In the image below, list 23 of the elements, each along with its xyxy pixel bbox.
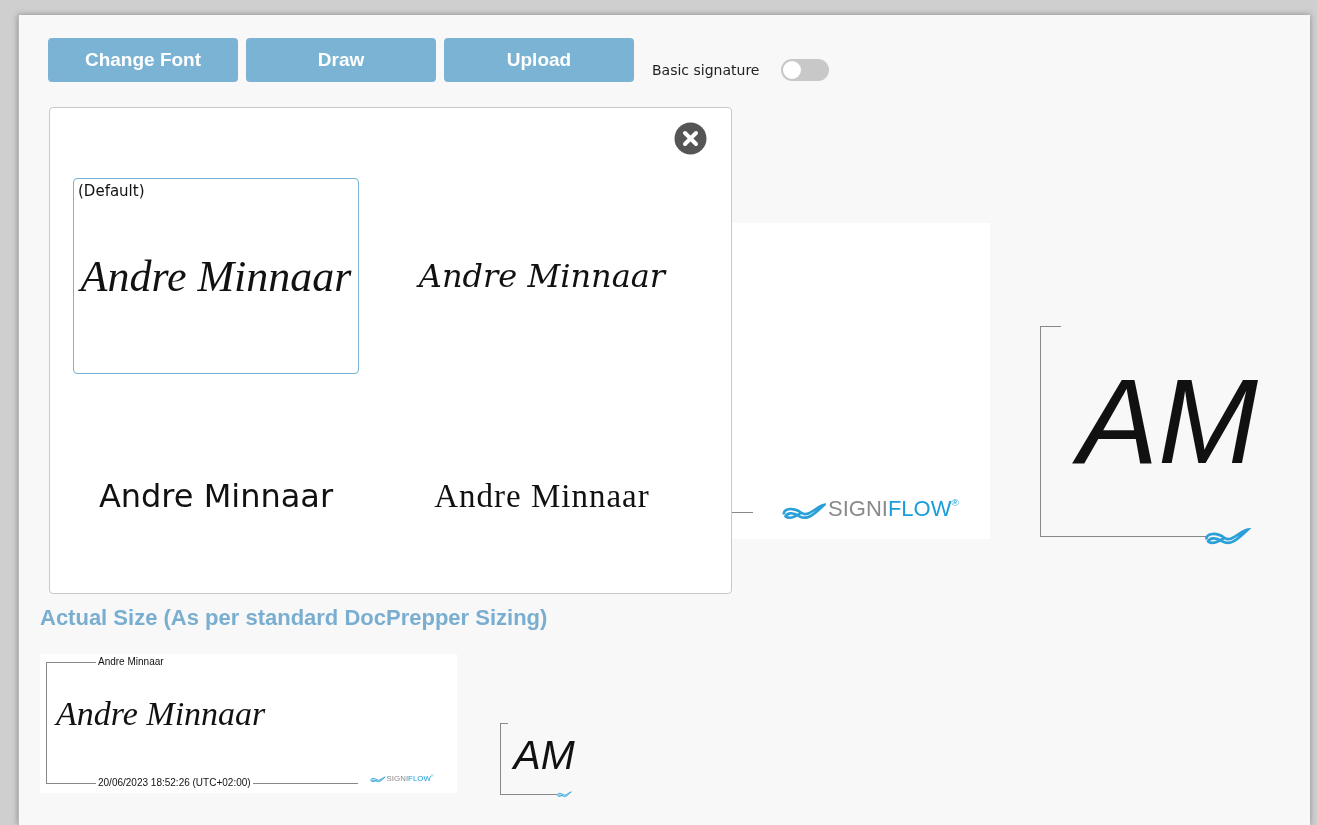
font-option[interactable]: Andre Minnaar (399, 388, 685, 584)
signature-text: Andre Minnaar (418, 257, 666, 295)
section-heading: Actual Size (As per standard DocPrepper Sizing) (40, 605, 549, 631)
signature-text: Andre Minnaar (98, 477, 334, 515)
timestamp: 20/06/2023 18:52:26 (UTC+02:00) (96, 777, 253, 788)
initials-text: AM (510, 730, 576, 780)
option-label: (Default) (78, 182, 145, 200)
infinity-icon (1203, 527, 1251, 545)
signer-name: Andre Minnaar (96, 656, 166, 667)
font-option[interactable]: (Default) Andre Minnaar (73, 178, 359, 374)
infinity-icon (370, 776, 386, 783)
signature-text: Andre Minnaar (434, 477, 650, 515)
signature-text: Andre Minnaar (80, 250, 352, 302)
initials-text: AM (1066, 346, 1282, 496)
font-option[interactable]: Andre Minnaar (399, 178, 685, 374)
signature-text: Andre Minnaar (56, 694, 266, 734)
logo-text: SIGNIFLOW® (828, 498, 959, 520)
infinity-icon (782, 502, 826, 520)
toggle-switch[interactable] (781, 59, 830, 81)
infinity-icon (556, 791, 573, 798)
font-option[interactable]: Andre Minnaar (73, 388, 359, 584)
toggle-label: Basic signature (652, 62, 760, 78)
close-icon[interactable] (674, 122, 707, 155)
